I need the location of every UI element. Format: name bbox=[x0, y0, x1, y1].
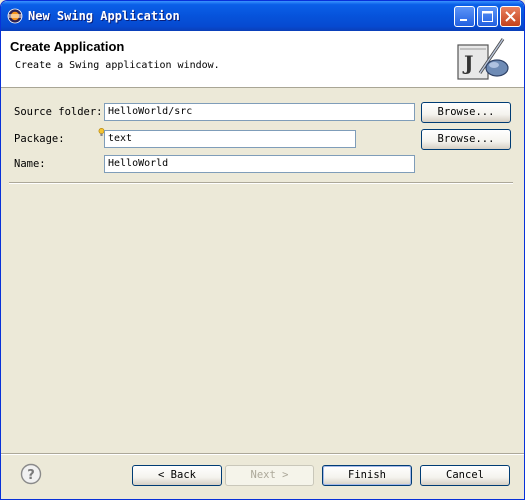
maximize-icon bbox=[482, 11, 493, 22]
name-field[interactable]: HelloWorld bbox=[104, 155, 415, 173]
footer-separator bbox=[1, 453, 524, 455]
close-icon bbox=[505, 11, 516, 22]
java-wizard-icon: J bbox=[457, 38, 509, 80]
minimize-icon bbox=[460, 19, 467, 21]
close-button[interactable] bbox=[500, 6, 521, 27]
title-bar[interactable]: New Swing Application bbox=[1, 1, 524, 31]
back-button[interactable]: < Back bbox=[132, 465, 222, 486]
help-icon[interactable]: ? bbox=[20, 463, 42, 485]
dialog-window: New Swing Application Create Application… bbox=[0, 0, 525, 500]
package-label: Package: bbox=[14, 133, 65, 145]
wizard-header: Create Application Create a Swing applic… bbox=[1, 31, 524, 88]
next-button[interactable]: Next > bbox=[225, 465, 314, 486]
cancel-button[interactable]: Cancel bbox=[420, 465, 510, 486]
form-separator bbox=[9, 182, 513, 184]
package-field[interactable]: text bbox=[104, 130, 356, 148]
eclipse-icon bbox=[7, 8, 23, 24]
svg-text:J: J bbox=[462, 51, 473, 75]
name-label: Name: bbox=[14, 158, 46, 170]
browse-source-folder-button[interactable]: Browse... bbox=[421, 102, 511, 123]
browse-package-button[interactable]: Browse... bbox=[421, 129, 511, 150]
source-folder-label: Source folder: bbox=[14, 106, 103, 118]
svg-text:?: ? bbox=[27, 468, 35, 483]
minimize-button[interactable] bbox=[454, 6, 475, 27]
source-folder-field[interactable]: HelloWorld/src bbox=[104, 103, 415, 121]
page-title: Create Application bbox=[10, 39, 125, 54]
maximize-button[interactable] bbox=[477, 6, 498, 27]
page-description: Create a Swing application window. bbox=[15, 60, 220, 71]
window-title: New Swing Application bbox=[28, 9, 180, 23]
finish-button[interactable]: Finish bbox=[322, 465, 412, 486]
